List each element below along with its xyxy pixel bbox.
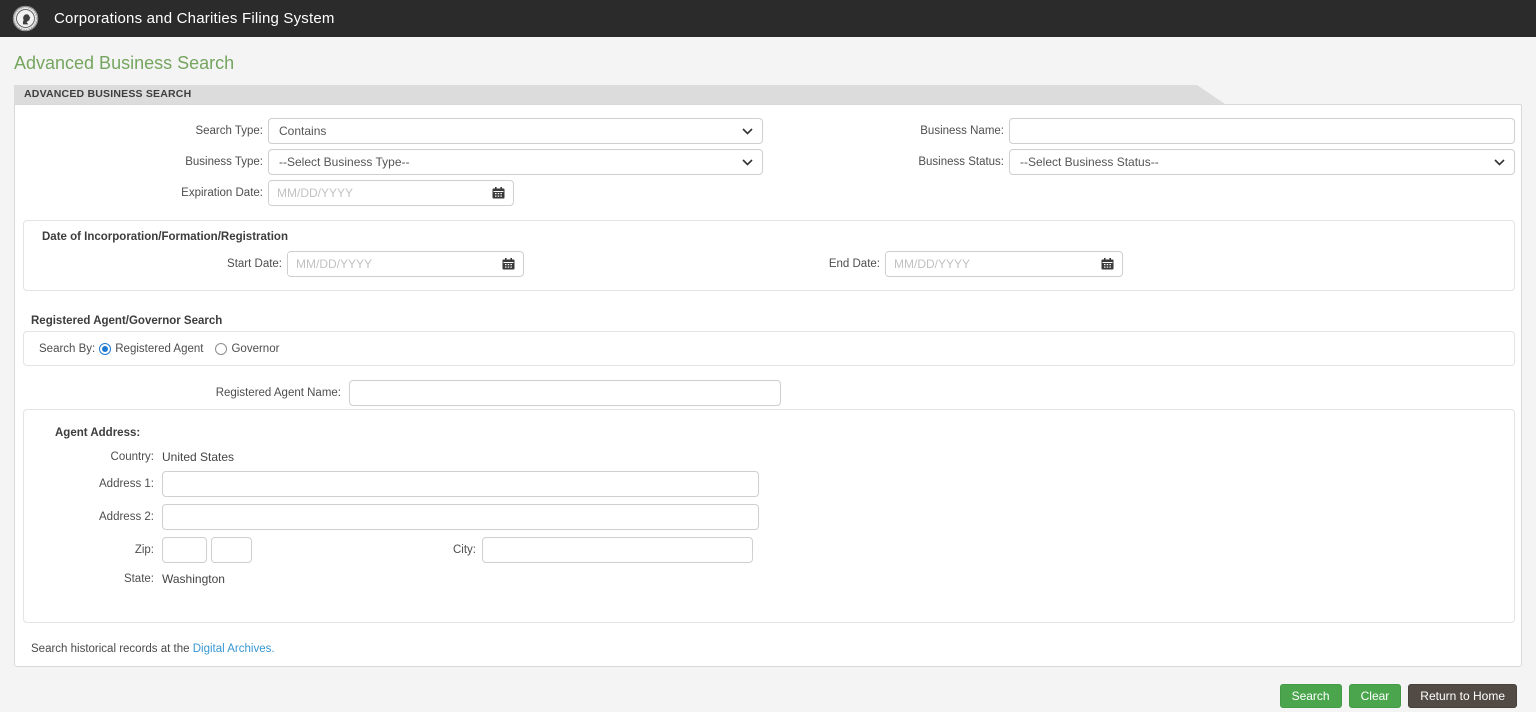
country-label: Country: xyxy=(110,451,154,463)
panel-tab-heading: ADVANCED BUSINESS SEARCH xyxy=(14,85,1225,104)
state-label: State: xyxy=(123,573,154,585)
search-type-select[interactable]: Contains xyxy=(268,118,763,144)
calendar-icon[interactable] xyxy=(502,258,515,270)
expiration-date-input[interactable] xyxy=(269,182,492,204)
calendar-icon[interactable] xyxy=(492,187,505,199)
city-input[interactable] xyxy=(482,537,753,563)
end-date-label: End Date: xyxy=(828,258,880,270)
business-name-input[interactable] xyxy=(1009,118,1515,144)
end-date-input[interactable] xyxy=(886,253,1101,275)
registered-agent-name-label: Registered Agent Name: xyxy=(215,387,341,399)
city-label: City: xyxy=(453,544,476,556)
chevron-down-icon xyxy=(1494,158,1505,166)
country-value: United States xyxy=(162,450,235,464)
business-type-value: --Select Business Type-- xyxy=(279,155,410,169)
incorporation-date-section: Date of Incorporation/Formation/Registra… xyxy=(23,220,1515,291)
footer-actions: Search Clear Return to Home xyxy=(0,684,1517,708)
calendar-icon[interactable] xyxy=(1101,258,1114,270)
search-by-label: Search By: xyxy=(39,342,96,355)
historical-records-note: Search historical records at the Digital… xyxy=(31,643,1515,655)
return-to-home-button[interactable]: Return to Home xyxy=(1408,684,1517,708)
business-status-label: Business Status: xyxy=(918,156,1004,168)
registered-agent-radio-label: Registered Agent xyxy=(115,342,204,355)
search-by-section: Search By: Registered Agent Governor xyxy=(23,331,1515,366)
agent-address-section: Agent Address: Country: United States Ad… xyxy=(23,409,1515,623)
zip4-input[interactable] xyxy=(211,537,252,563)
business-status-select[interactable]: --Select Business Status-- xyxy=(1009,149,1515,175)
expiration-date-label: Expiration Date: xyxy=(181,187,263,199)
chevron-down-icon xyxy=(742,127,753,135)
start-date-label: Start Date: xyxy=(227,258,282,270)
zip5-input[interactable] xyxy=(162,537,207,563)
app-title: Corporations and Charities Filing System xyxy=(54,10,335,27)
zip-label: Zip: xyxy=(134,544,154,556)
washington-state-seal-icon xyxy=(12,5,39,32)
registered-agent-radio[interactable] xyxy=(99,342,112,355)
registered-agent-name-input[interactable] xyxy=(349,380,781,406)
app-header: Corporations and Charities Filing System xyxy=(0,0,1536,37)
incorporation-heading: Date of Incorporation/Formation/Registra… xyxy=(42,231,288,243)
address1-label: Address 1: xyxy=(99,478,154,490)
state-value: Washington xyxy=(162,572,225,586)
chevron-down-icon xyxy=(742,158,753,166)
business-status-value: --Select Business Status-- xyxy=(1020,155,1159,169)
address2-input[interactable] xyxy=(162,504,759,530)
search-button[interactable]: Search xyxy=(1279,684,1342,708)
start-date-field xyxy=(287,251,524,277)
clear-button[interactable]: Clear xyxy=(1348,684,1402,708)
agent-governor-section-heading: Registered Agent/Governor Search xyxy=(31,315,223,327)
expiration-date-field xyxy=(268,180,514,206)
business-name-label: Business Name: xyxy=(920,125,1004,137)
address2-label: Address 2: xyxy=(99,511,154,523)
end-date-field xyxy=(885,251,1123,277)
address1-input[interactable] xyxy=(162,471,759,497)
start-date-input[interactable] xyxy=(288,253,502,275)
governor-radio-label: Governor xyxy=(231,342,280,355)
business-type-label: Business Type: xyxy=(185,156,263,168)
page-title: Advanced Business Search xyxy=(14,53,235,73)
historical-records-text: Search historical records at the xyxy=(31,643,190,655)
panel-tab-label: ADVANCED BUSINESS SEARCH xyxy=(24,88,192,100)
advanced-search-panel: Search Type: Contains Business Name: Bus… xyxy=(14,104,1522,667)
governor-radio[interactable] xyxy=(215,342,228,355)
agent-address-heading: Agent Address: xyxy=(55,427,141,439)
digital-archives-link[interactable]: Digital Archives. xyxy=(193,643,275,655)
search-type-label: Search Type: xyxy=(195,125,263,137)
business-type-select[interactable]: --Select Business Type-- xyxy=(268,149,763,175)
search-type-value: Contains xyxy=(279,124,327,138)
